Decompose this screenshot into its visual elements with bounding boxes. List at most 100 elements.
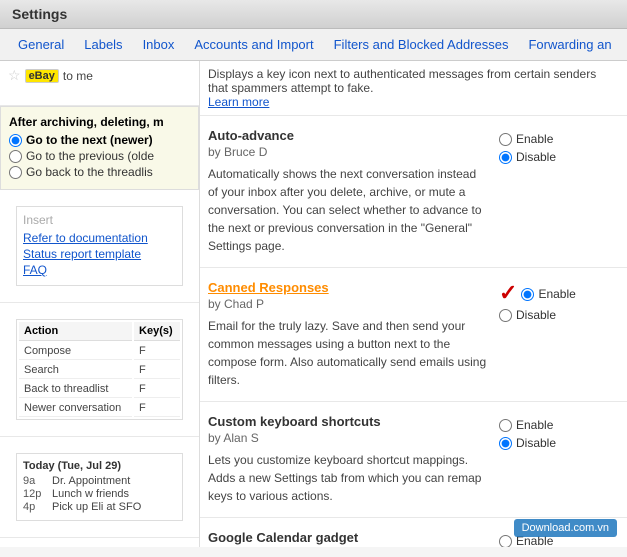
enable-row-custom-keyboard: Enable	[499, 416, 553, 434]
shortcuts-action: Back to threadlist	[19, 381, 132, 398]
nav-tabs: General Labels Inbox Accounts and Import…	[0, 29, 627, 61]
disable-label-auto-advance: Disable	[499, 150, 556, 164]
insert-container: Insert Refer to documentation Status rep…	[0, 190, 199, 303]
ebay-badge: eBay	[25, 69, 59, 83]
enable-label-google-calendar: Enable	[499, 534, 553, 547]
tab-labels[interactable]: Labels	[74, 29, 132, 60]
insert-link-1[interactable]: Status report template	[23, 247, 176, 261]
enable-text-auto-advance: Enable	[516, 132, 553, 146]
shortcuts-action: Compose	[19, 343, 132, 360]
disable-radio-canned-responses[interactable]	[499, 309, 512, 322]
setting-controls-google-calendar: Enable Disable	[499, 530, 619, 547]
calendar-container: Today (Tue, Jul 29) 9a Dr. Appointment12p…	[0, 437, 199, 538]
enable-radio-canned-responses[interactable]	[521, 288, 534, 301]
enable-label-custom-keyboard: Enable	[499, 418, 553, 432]
setting-desc-canned-responses: Email for the truly lazy. Save and then …	[208, 317, 487, 389]
setting-row-custom-keyboard: Custom keyboard shortcuts by Alan S Lets…	[200, 402, 627, 518]
star-icon: ☆	[8, 67, 21, 84]
shortcuts-key: F	[134, 400, 180, 417]
enable-text-canned-responses: Enable	[538, 287, 575, 301]
insert-label: Insert	[23, 213, 176, 227]
left-panel: ☆ eBay to me After archiving, deleting, …	[0, 61, 200, 547]
archive-radio-prev[interactable]	[9, 150, 22, 163]
setting-author-custom-keyboard: by Alan S	[208, 431, 487, 445]
shortcuts-col-action: Action	[19, 322, 132, 341]
calendar-event: 4p Pick up Eli at SFO	[23, 501, 176, 513]
settings-rows: Auto-advance by Bruce D Automatically sh…	[200, 116, 627, 547]
archive-option-back: Go back to the threadlis	[9, 165, 190, 179]
calendar-event: 9a Dr. Appointment	[23, 475, 176, 487]
setting-author-auto-advance: by Bruce D	[208, 145, 487, 159]
setting-desc-auto-advance: Automatically shows the next conversatio…	[208, 165, 487, 255]
setting-title-google-calendar: Google Calendar gadget	[208, 530, 487, 545]
disable-text-auto-advance: Disable	[516, 150, 556, 164]
enable-radio-auto-advance[interactable]	[499, 133, 512, 146]
enable-label-canned-responses: Enable	[521, 287, 575, 301]
tab-forwarding[interactable]: Forwarding an	[518, 29, 621, 60]
calendar-today: Today (Tue, Jul 29)	[23, 460, 176, 472]
archive-option-next: Go to the next (newer)	[9, 133, 190, 147]
shortcuts-table: Action Key(s) ComposeFSearchFBack to thr…	[16, 319, 183, 420]
email-preview-item: ☆ eBay to me	[0, 61, 199, 106]
event-time: 4p	[23, 501, 48, 513]
shortcuts-row: Newer conversationF	[19, 400, 180, 417]
top-partial-row: Displays a key icon next to authenticate…	[200, 61, 627, 116]
shortcuts-row: ComposeF	[19, 343, 180, 360]
archive-title: After archiving, deleting, m	[9, 115, 190, 129]
tab-filters[interactable]: Filters and Blocked Addresses	[324, 29, 519, 60]
shortcuts-action: Search	[19, 362, 132, 379]
red-checkmark: ✓	[499, 280, 517, 306]
email-to-text: to me	[63, 69, 93, 83]
disable-label-canned-responses: Disable	[499, 308, 556, 322]
shortcuts-action: Newer conversation	[19, 400, 132, 417]
title-text: Settings	[12, 6, 67, 22]
shortcuts-key: F	[134, 362, 180, 379]
enable-row-auto-advance: Enable	[499, 130, 553, 148]
enable-radio-custom-keyboard[interactable]	[499, 419, 512, 432]
tab-general[interactable]: General	[8, 29, 74, 60]
insert-link-0[interactable]: Refer to documentation	[23, 231, 176, 245]
event-desc: Pick up Eli at SFO	[52, 501, 141, 513]
disable-radio-auto-advance[interactable]	[499, 151, 512, 164]
shortcuts-row: Back to threadlistF	[19, 381, 180, 398]
setting-info-custom-keyboard: Custom keyboard shortcuts by Alan S Lets…	[208, 414, 499, 505]
setting-desc-custom-keyboard: Lets you customize keyboard shortcut map…	[208, 451, 487, 505]
event-desc: Dr. Appointment	[52, 475, 130, 487]
setting-controls-custom-keyboard: Enable Disable	[499, 414, 619, 452]
insert-box: Insert Refer to documentation Status rep…	[16, 206, 183, 286]
shortcuts-col-key: Key(s)	[134, 322, 180, 341]
enable-row-google-calendar: Enable	[499, 532, 553, 547]
enable-row-canned-responses: ✓ Enable	[499, 282, 576, 306]
shortcuts-row: SearchF	[19, 362, 180, 379]
enable-radio-google-calendar[interactable]	[499, 535, 512, 548]
disable-radio-custom-keyboard[interactable]	[499, 437, 512, 450]
title-bar: Settings	[0, 0, 627, 29]
disable-text-custom-keyboard: Disable	[516, 436, 556, 450]
main-content: ☆ eBay to me After archiving, deleting, …	[0, 61, 627, 547]
setting-row-canned-responses: Canned Responses by Chad P Email for the…	[200, 268, 627, 402]
tab-accounts[interactable]: Accounts and Import	[184, 29, 323, 60]
setting-info-canned-responses: Canned Responses by Chad P Email for the…	[208, 280, 499, 389]
archive-radio-next[interactable]	[9, 134, 22, 147]
shortcuts-key: F	[134, 381, 180, 398]
archive-radio-back[interactable]	[9, 166, 22, 179]
setting-title-canned-responses: Canned Responses	[208, 280, 487, 295]
top-partial-desc: Displays a key icon next to authenticate…	[208, 67, 596, 95]
setting-controls-auto-advance: Enable Disable	[499, 128, 619, 166]
enable-text-custom-keyboard: Enable	[516, 418, 553, 432]
event-time: 9a	[23, 475, 48, 487]
disable-text-canned-responses: Disable	[516, 308, 556, 322]
tab-inbox[interactable]: Inbox	[133, 29, 185, 60]
setting-row-auto-advance: Auto-advance by Bruce D Automatically sh…	[200, 116, 627, 268]
setting-title-custom-keyboard: Custom keyboard shortcuts	[208, 414, 487, 429]
disable-label-custom-keyboard: Disable	[499, 436, 556, 450]
insert-link-2[interactable]: FAQ	[23, 263, 176, 277]
email-sender-row: ☆ eBay to me	[8, 67, 191, 84]
setting-info-auto-advance: Auto-advance by Bruce D Automatically sh…	[208, 128, 499, 255]
calendar-box: Today (Tue, Jul 29) 9a Dr. Appointment12p…	[16, 453, 183, 521]
calendar-event: 12pLunch w friends	[23, 488, 176, 500]
setting-controls-canned-responses: ✓ Enable Disable	[499, 280, 619, 324]
learn-more-link[interactable]: Learn more	[208, 95, 269, 109]
setting-title-auto-advance: Auto-advance	[208, 128, 487, 143]
shortcuts-container: Action Key(s) ComposeFSearchFBack to thr…	[0, 303, 199, 437]
